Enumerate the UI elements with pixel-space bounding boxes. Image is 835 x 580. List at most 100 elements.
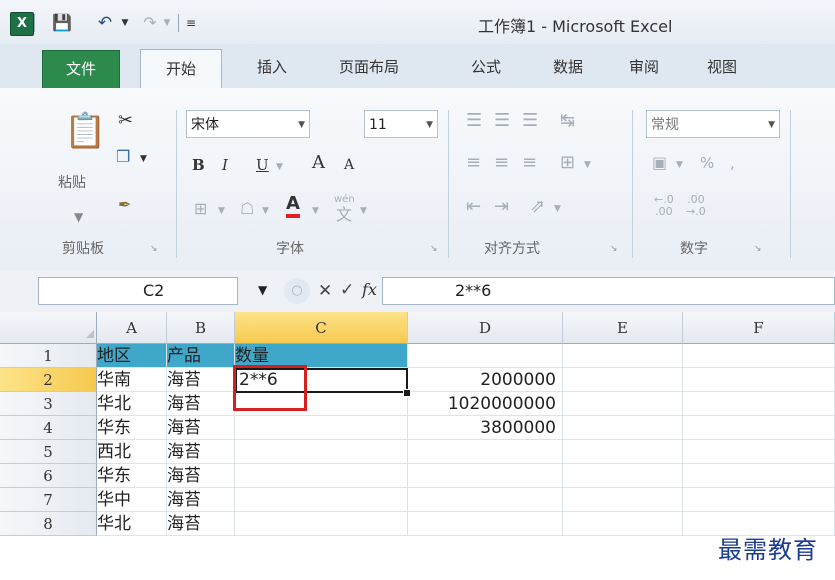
cut-icon[interactable]: ✂: [118, 110, 133, 132]
cell-b8[interactable]: 海苔: [167, 512, 235, 536]
tab-view[interactable]: 视图: [694, 52, 750, 82]
cell-c1[interactable]: 数量: [235, 344, 408, 368]
cell-d5[interactable]: [408, 440, 563, 464]
row-header-2[interactable]: 2: [0, 368, 97, 392]
cell-a3[interactable]: 华北: [97, 392, 167, 416]
row-header-1[interactable]: 1: [0, 344, 97, 368]
cell-e6[interactable]: [563, 464, 683, 488]
cell-e7[interactable]: [563, 488, 683, 512]
cell-f3[interactable]: [683, 392, 835, 416]
cell-c6[interactable]: [235, 464, 408, 488]
tab-insert[interactable]: 插入: [242, 52, 302, 82]
fill-handle[interactable]: [403, 389, 411, 397]
align-right-icon[interactable]: ≡: [522, 152, 537, 174]
paste-dropdown-icon[interactable]: ▼: [74, 206, 83, 228]
merge-dropdown-icon[interactable]: ▼: [584, 154, 591, 176]
cell-f5[interactable]: [683, 440, 835, 464]
align-top-icon[interactable]: ☰: [466, 110, 482, 132]
cell-a5[interactable]: 西北: [97, 440, 167, 464]
row-header-6[interactable]: 6: [0, 464, 97, 488]
redo-icon[interactable]: ↷: [140, 12, 160, 34]
redo-dropdown-icon[interactable]: ▼: [162, 12, 172, 34]
column-header-c[interactable]: C: [235, 312, 408, 344]
cell-a8[interactable]: 华北: [97, 512, 167, 536]
name-box-dropdown-icon[interactable]: ▼: [258, 283, 267, 297]
paste-icon[interactable]: 📋: [64, 106, 106, 156]
row-header-3[interactable]: 3: [0, 392, 97, 416]
cell-c2[interactable]: 2**6: [235, 368, 408, 392]
copy-dropdown-icon[interactable]: ▼: [140, 148, 147, 170]
row-header-4[interactable]: 4: [0, 416, 97, 440]
cell-e5[interactable]: [563, 440, 683, 464]
customize-quick-access-icon[interactable]: ≡: [184, 12, 198, 34]
tab-formulas[interactable]: 公式: [458, 52, 514, 82]
cell-b3[interactable]: 海苔: [167, 392, 235, 416]
cell-f6[interactable]: [683, 464, 835, 488]
excel-icon[interactable]: X: [10, 12, 34, 36]
cell-d7[interactable]: [408, 488, 563, 512]
underline-dropdown-icon[interactable]: ▼: [276, 156, 283, 178]
decrease-indent-icon[interactable]: ⇤: [466, 196, 481, 218]
borders-dropdown-icon[interactable]: ▼: [218, 200, 225, 222]
undo-dropdown-icon[interactable]: ▼: [120, 12, 130, 34]
increase-indent-icon[interactable]: ⇥: [494, 196, 509, 218]
paste-button[interactable]: 粘贴: [58, 172, 86, 194]
column-header-e[interactable]: E: [563, 312, 683, 344]
cell-b2[interactable]: 海苔: [167, 368, 235, 392]
font-color-dropdown-icon[interactable]: ▼: [312, 200, 319, 222]
cell-b4[interactable]: 海苔: [167, 416, 235, 440]
percent-button[interactable]: %: [700, 152, 714, 174]
cell-b6[interactable]: 海苔: [167, 464, 235, 488]
cell-a1[interactable]: 地区: [97, 344, 167, 368]
cell-f4[interactable]: [683, 416, 835, 440]
wrap-text-icon[interactable]: ↹: [560, 110, 575, 132]
cell-b5[interactable]: 海苔: [167, 440, 235, 464]
cell-b1[interactable]: 产品: [167, 344, 235, 368]
formula-input[interactable]: 2**6: [382, 277, 835, 305]
cell-d3[interactable]: 1020000000: [408, 392, 563, 416]
bold-button[interactable]: B: [192, 154, 205, 176]
cell-d2[interactable]: 2000000: [408, 368, 563, 392]
select-all-button[interactable]: [0, 312, 97, 344]
cell-d1[interactable]: [408, 344, 563, 368]
cell-e2[interactable]: [563, 368, 683, 392]
borders-icon[interactable]: ⊞: [194, 198, 207, 220]
align-bottom-icon[interactable]: ☰: [522, 110, 538, 132]
cell-c7[interactable]: [235, 488, 408, 512]
tab-file[interactable]: 文件: [42, 50, 120, 90]
cell-e3[interactable]: [563, 392, 683, 416]
increase-decimal-icon[interactable]: ←.0.00: [654, 194, 674, 218]
orientation-dropdown-icon[interactable]: ▼: [554, 198, 561, 220]
alignment-launcher-icon[interactable]: ↘: [610, 244, 618, 254]
tab-home[interactable]: 开始: [140, 49, 222, 90]
insert-function-icon[interactable]: fx: [362, 280, 377, 299]
row-header-5[interactable]: 5: [0, 440, 97, 464]
number-format-dropdown[interactable]: 常规 ▼: [646, 110, 780, 138]
column-header-d[interactable]: D: [408, 312, 563, 344]
copy-icon[interactable]: ❐: [116, 146, 130, 168]
enter-icon[interactable]: ✓: [340, 280, 354, 300]
cell-b7[interactable]: 海苔: [167, 488, 235, 512]
cell-d4[interactable]: 3800000: [408, 416, 563, 440]
underline-button[interactable]: U: [256, 154, 269, 176]
cancel-icon[interactable]: ✕: [318, 281, 332, 301]
currency-dropdown-icon[interactable]: ▼: [676, 154, 683, 176]
cell-f2[interactable]: [683, 368, 835, 392]
cell-f1[interactable]: [683, 344, 835, 368]
cell-c8[interactable]: [235, 512, 408, 536]
cell-f7[interactable]: [683, 488, 835, 512]
cell-e4[interactable]: [563, 416, 683, 440]
comma-button[interactable]: ,: [730, 152, 735, 174]
name-box[interactable]: C2: [38, 277, 238, 305]
font-launcher-icon[interactable]: ↘: [430, 244, 438, 254]
italic-button[interactable]: I: [222, 154, 228, 176]
cell-a2[interactable]: 华南: [97, 368, 167, 392]
cell-a4[interactable]: 华东: [97, 416, 167, 440]
align-center-icon[interactable]: ≡: [494, 152, 509, 174]
column-header-b[interactable]: B: [167, 312, 235, 344]
cell-c4[interactable]: [235, 416, 408, 440]
font-name-dropdown[interactable]: 宋体 ▼: [186, 110, 310, 138]
number-launcher-icon[interactable]: ↘: [754, 244, 762, 254]
font-size-dropdown[interactable]: 11 ▼: [364, 110, 438, 138]
grow-font-button[interactable]: A: [312, 152, 325, 174]
